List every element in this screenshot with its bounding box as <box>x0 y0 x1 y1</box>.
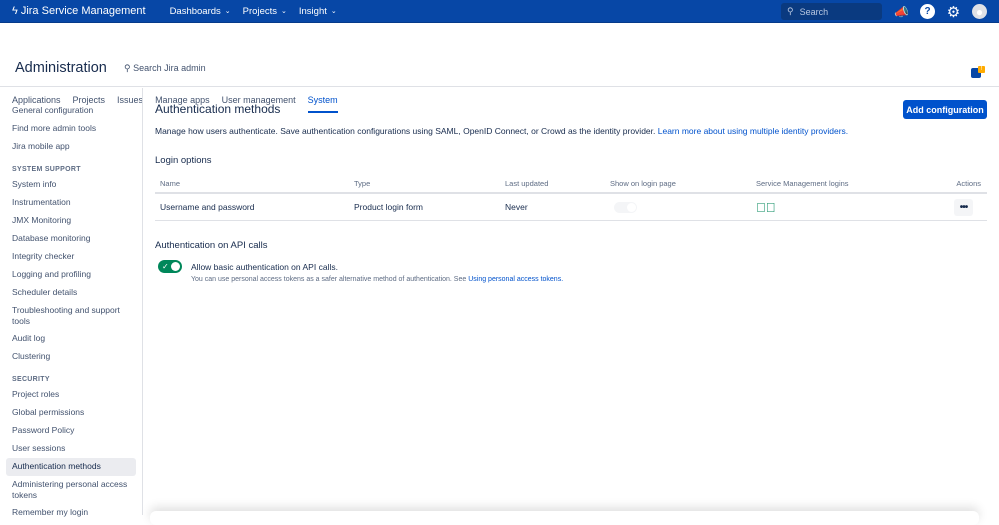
personal-access-tokens-link[interactable]: Using personal access tokens. <box>468 276 563 283</box>
sidebar-item-instrumentation[interactable]: Instrumentation <box>6 194 136 212</box>
sidebar-item-remember-my-login[interactable]: Remember my login <box>6 504 136 522</box>
sidebar-item-global-permissions[interactable]: Global permissions <box>6 404 136 422</box>
search-jira-admin[interactable]: ⚲ Search Jira admin <box>124 63 206 74</box>
table-header: Name Type Last updated Show on login pag… <box>155 174 987 194</box>
sidebar-item-password-policy[interactable]: Password Policy <box>6 422 136 440</box>
sidebar-item-jira-mobile-app[interactable]: Jira mobile app <box>6 138 136 156</box>
chevron-down-icon: ⌄ <box>224 8 231 15</box>
section-heading-system-support: SYSTEM SUPPORT <box>12 166 81 173</box>
check-icon: ✓ <box>162 262 169 271</box>
basic-auth-help: You can use personal access tokens as a … <box>191 276 563 283</box>
chevron-down-icon: ⌄ <box>281 8 287 15</box>
avatar[interactable]: ● <box>972 4 987 19</box>
col-show-on-login: Show on login page <box>610 178 676 188</box>
sidebar-item-authentication-methods[interactable]: Authentication methods <box>6 458 136 476</box>
col-name: Name <box>160 178 181 188</box>
col-type: Type <box>354 178 371 188</box>
description: Manage how users authenticate. Save auth… <box>155 126 848 136</box>
sidebar-item-integrity-checker[interactable]: Integrity checker <box>6 248 136 266</box>
sidebar-item-scheduler-details[interactable]: Scheduler details <box>6 284 136 302</box>
feedback-badge: ! <box>978 66 985 73</box>
sidebar-item-audit-log[interactable]: Audit log <box>6 330 136 348</box>
row-name: Username and password <box>160 202 255 212</box>
section-title: Authentication methods <box>155 102 281 116</box>
sidebar-item-database-monitoring[interactable]: Database monitoring <box>6 230 136 248</box>
nav-projects[interactable]: Projects ⌄ <box>243 6 287 17</box>
sidebar-item-logging-and-profiling[interactable]: Logging and profiling <box>6 266 136 284</box>
basic-auth-toggle[interactable]: ✓ <box>158 260 182 273</box>
col-sm-logins: Service Management logins <box>756 178 849 188</box>
bolt-icon: ϟ <box>12 5 18 17</box>
search-admin-label: Search Jira admin <box>133 63 206 73</box>
col-actions: Actions <box>956 178 981 188</box>
nav-insight[interactable]: Insight ⌄ <box>299 6 337 17</box>
sidebar-item-user-sessions[interactable]: User sessions <box>6 440 136 458</box>
sidebar-item-project-roles[interactable]: Project roles <box>6 386 136 404</box>
gear-icon[interactable]: ⚙ <box>946 4 961 21</box>
basic-auth-label: Allow basic authentication on API calls. <box>191 262 338 272</box>
help-icon[interactable]: ? <box>920 4 935 19</box>
search-placeholder: Search <box>799 6 829 17</box>
admin-sidebar: General configuration Find more admin to… <box>0 88 143 517</box>
show-on-login-toggle[interactable] <box>614 201 637 213</box>
product-name: Jira Service Management <box>20 5 146 17</box>
bottom-panel-shadow <box>150 511 979 525</box>
learn-more-link[interactable]: Learn more about using multiple identity… <box>658 126 848 136</box>
admin-header: Administration ⚲ Search Jira admin Appli… <box>0 23 999 113</box>
chevron-down-icon: ⌄ <box>330 8 337 15</box>
api-heading: Authentication on API calls <box>155 240 268 251</box>
check-circle-icon: ✓⃝ <box>756 199 776 215</box>
nav-dashboards[interactable]: Dashboards ⌄ <box>170 6 231 17</box>
page-title: Administration <box>15 60 107 76</box>
row-last-updated: Never <box>505 202 528 212</box>
sidebar-item-system-info[interactable]: System info <box>6 176 136 194</box>
product-logo[interactable]: ϟ Jira Service Management <box>12 5 146 17</box>
search-icon: ⚲ <box>787 6 794 16</box>
sidebar-item-find-more-admin-tools[interactable]: Find more admin tools <box>6 120 136 138</box>
tab-system[interactable]: System <box>307 95 338 113</box>
login-options-heading: Login options <box>155 155 212 166</box>
sidebar-item-clustering[interactable]: Clustering <box>6 348 136 366</box>
description-text: Manage how users authenticate. Save auth… <box>155 126 656 136</box>
add-configuration-button[interactable]: Add configuration <box>903 100 987 119</box>
section-heading-security: SECURITY <box>12 376 50 383</box>
row-type: Product login form <box>354 202 423 212</box>
sidebar-item-jmx-monitoring[interactable]: JMX Monitoring <box>6 212 136 230</box>
sidebar-item-troubleshooting[interactable]: Troubleshooting and support tools <box>6 302 136 330</box>
megaphone-icon[interactable]: 📣 <box>894 4 909 19</box>
login-options-table: Name Type Last updated Show on login pag… <box>155 174 987 221</box>
table-row: Username and password Product login form… <box>155 194 987 221</box>
sidebar-item-personal-access-tokens[interactable]: Administering personal access tokens <box>6 476 136 504</box>
col-last-updated: Last updated <box>505 178 549 188</box>
sidebar-item-general-configuration[interactable]: General configuration <box>6 102 136 120</box>
more-actions-button[interactable]: ••• <box>954 198 973 216</box>
search-input[interactable]: ⚲ Search <box>781 3 882 20</box>
toggle-off <box>614 201 637 213</box>
help-text: You can use personal access tokens as a … <box>191 276 467 283</box>
